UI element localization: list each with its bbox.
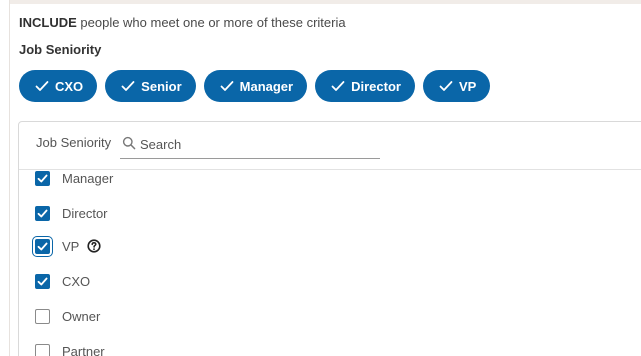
checkmark-icon — [37, 242, 48, 250]
search-input[interactable] — [140, 132, 376, 156]
checkbox-vp[interactable] — [32, 235, 53, 257]
option-cxo[interactable]: CXO — [35, 271, 90, 291]
chip-label: Senior — [141, 78, 182, 94]
chip-cxo[interactable]: CXO — [19, 70, 98, 102]
option-label: Owner — [62, 308, 101, 324]
option-partner[interactable]: Partner — [35, 341, 105, 356]
include-description: people who meet one or more of these cri… — [76, 15, 346, 30]
chip-vp[interactable]: VP — [422, 70, 491, 102]
checkbox-manager[interactable] — [35, 170, 50, 186]
dropdown-header: Job Seniority — [19, 122, 641, 170]
check-icon — [439, 81, 453, 91]
option-label: Manager — [62, 170, 114, 186]
seniority-dropdown: Job Seniority Manager Director — [18, 121, 641, 356]
chip-manager[interactable]: Manager — [203, 70, 308, 102]
check-icon — [121, 81, 135, 91]
chip-label: VP — [458, 78, 477, 94]
include-criteria-text: INCLUDE people who meet one or more of t… — [19, 15, 346, 30]
search-box — [120, 130, 380, 159]
dropdown-label: Job Seniority — [36, 135, 112, 150]
checkmark-icon — [37, 174, 48, 182]
search-icon — [122, 136, 136, 150]
help-circle-icon[interactable] — [87, 239, 101, 253]
selected-chips: CXO Senior Manager Director VP — [19, 70, 491, 102]
chip-label: Manager — [239, 78, 294, 94]
option-label: VP — [62, 238, 80, 254]
checkmark-icon — [37, 209, 48, 217]
chip-senior[interactable]: Senior — [105, 70, 196, 102]
chip-label: Director — [351, 78, 401, 94]
checkbox-cxo[interactable] — [35, 273, 50, 289]
check-icon — [331, 81, 345, 91]
chip-director[interactable]: Director — [315, 70, 415, 102]
top-divider — [9, 0, 641, 4]
option-vp[interactable]: VP — [32, 235, 101, 257]
option-label: CXO — [62, 273, 91, 289]
options-list: Manager Director VP CXO Owner Partner — [19, 170, 641, 356]
chip-label: CXO — [55, 78, 84, 94]
checkbox-owner[interactable] — [35, 308, 50, 324]
checkmark-icon — [37, 277, 48, 285]
option-label: Partner — [62, 343, 105, 356]
option-manager[interactable]: Manager — [35, 170, 113, 188]
left-divider — [9, 0, 10, 356]
filter-panel: INCLUDE people who meet one or more of t… — [0, 0, 641, 356]
check-icon — [35, 81, 49, 91]
include-keyword: INCLUDE — [19, 15, 77, 30]
option-director[interactable]: Director — [35, 203, 108, 223]
option-owner[interactable]: Owner — [35, 306, 100, 326]
option-label: Director — [62, 205, 108, 221]
checkbox-partner[interactable] — [35, 343, 50, 356]
checkbox-director[interactable] — [35, 205, 50, 221]
section-title: Job Seniority — [19, 42, 102, 57]
check-icon — [220, 81, 234, 91]
